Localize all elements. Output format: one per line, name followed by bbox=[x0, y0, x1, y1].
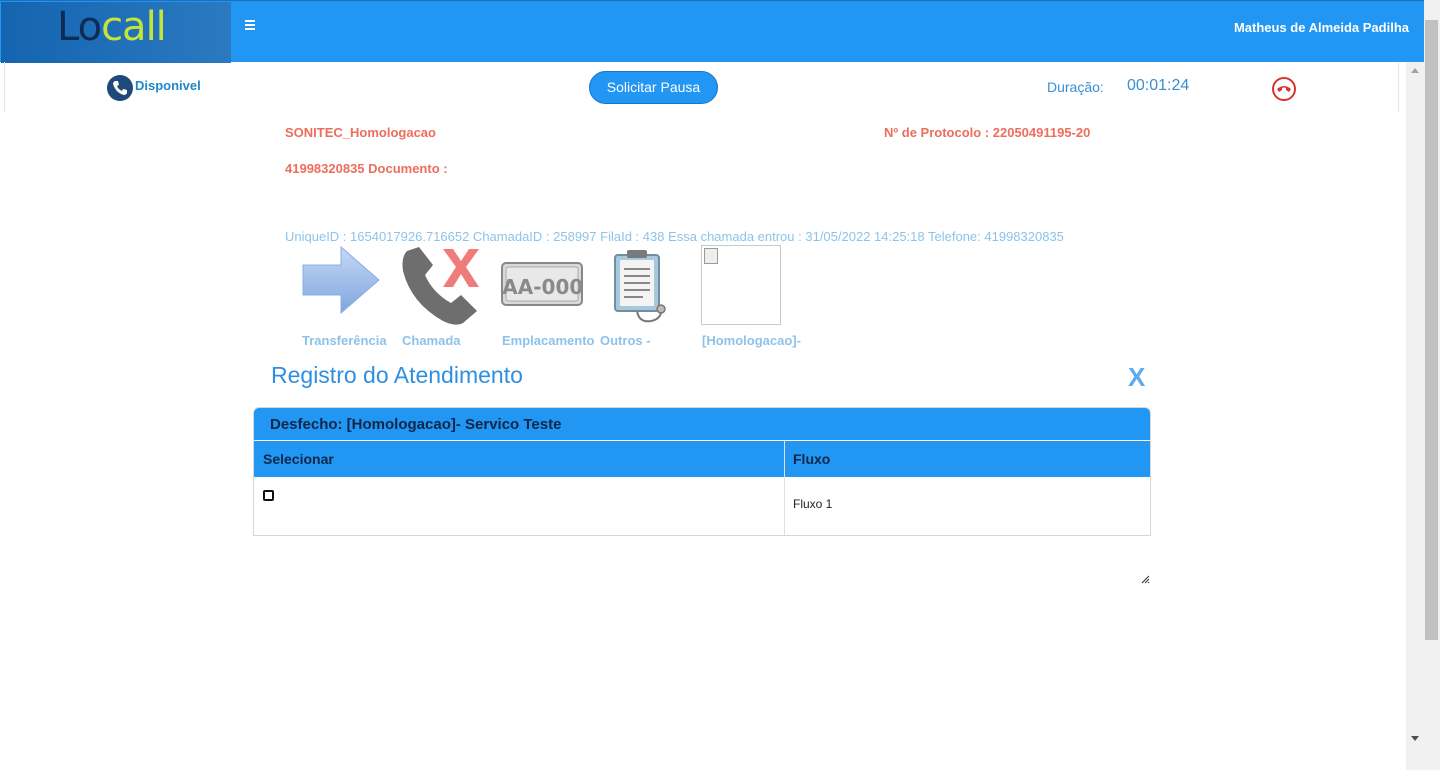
action-label-plate[interactable]: Emplacamento bbox=[502, 333, 594, 348]
action-label-homologacao[interactable]: [Homologacao]- bbox=[702, 333, 801, 348]
action-label-call[interactable]: Chamada bbox=[402, 333, 461, 348]
column-header-select: Selecionar bbox=[263, 451, 334, 467]
app-viewport: Locall Matheus de Almeida Padilha Dispon… bbox=[0, 0, 1440, 770]
scroll-up-arrow-icon[interactable] bbox=[1411, 68, 1419, 73]
duration-timer: 00:01:24 bbox=[1127, 77, 1190, 94]
hangup-icon[interactable] bbox=[1272, 77, 1296, 101]
broken-image-icon[interactable] bbox=[701, 245, 781, 325]
action-label-others[interactable]: Outros - bbox=[600, 333, 651, 348]
outcome-panel: Desfecho: [Homologacao]- Servico Teste S… bbox=[253, 407, 1151, 536]
phone-cancel-icon[interactable] bbox=[399, 245, 483, 331]
column-divider bbox=[784, 441, 785, 535]
clipboard-icon[interactable] bbox=[611, 245, 671, 331]
table-header: Selecionar Fluxo bbox=[254, 441, 1150, 477]
panel-title: Desfecho: [Homologacao]- Servico Teste bbox=[270, 416, 562, 433]
close-button[interactable]: X bbox=[1128, 362, 1145, 393]
protocol-number: Nº de Protocolo : 22050491195-20 bbox=[884, 125, 1091, 140]
duration-label: Duração: bbox=[1047, 79, 1104, 95]
column-header-flow: Fluxo bbox=[793, 451, 831, 467]
scrollbar-thumb[interactable] bbox=[1425, 20, 1438, 640]
license-plate-icon[interactable]: AAA-0000 bbox=[487, 262, 597, 312]
company-name: SONITEC_Homologacao bbox=[285, 125, 436, 140]
top-navbar: Locall Matheus de Almeida Padilha bbox=[0, 0, 1424, 63]
action-label-transfer[interactable]: Transferência bbox=[302, 333, 387, 348]
user-name[interactable]: Matheus de Almeida Padilha bbox=[1234, 20, 1409, 35]
phone-document: 41998320835 Documento : bbox=[285, 161, 448, 176]
phone-status-icon bbox=[107, 75, 133, 101]
transfer-arrow-icon[interactable] bbox=[301, 245, 381, 324]
logo-text: Locall bbox=[57, 4, 167, 50]
call-details: UniqueID : 1654017926.716652 ChamadaID :… bbox=[285, 229, 1064, 244]
scrollbar[interactable] bbox=[1406, 62, 1424, 770]
agent-status-label: Disponivel bbox=[135, 78, 201, 93]
hamburger-menu-icon[interactable] bbox=[245, 18, 257, 32]
logo[interactable]: Locall bbox=[1, 2, 231, 63]
scroll-down-arrow-icon[interactable] bbox=[1411, 736, 1419, 741]
request-pause-button[interactable]: Solicitar Pausa bbox=[589, 71, 718, 104]
flow-cell: Fluxo 1 bbox=[793, 497, 833, 511]
status-bar: Disponivel Solicitar Pausa Duração: 00:0… bbox=[4, 62, 1399, 112]
panel-header: Desfecho: [Homologacao]- Servico Teste bbox=[254, 408, 1150, 440]
row-select-checkbox[interactable] bbox=[263, 490, 274, 501]
resize-handle-icon[interactable] bbox=[1141, 569, 1150, 584]
plate-text: AAA-0000 bbox=[501, 275, 583, 299]
section-title: Registro do Atendimento bbox=[271, 362, 523, 388]
